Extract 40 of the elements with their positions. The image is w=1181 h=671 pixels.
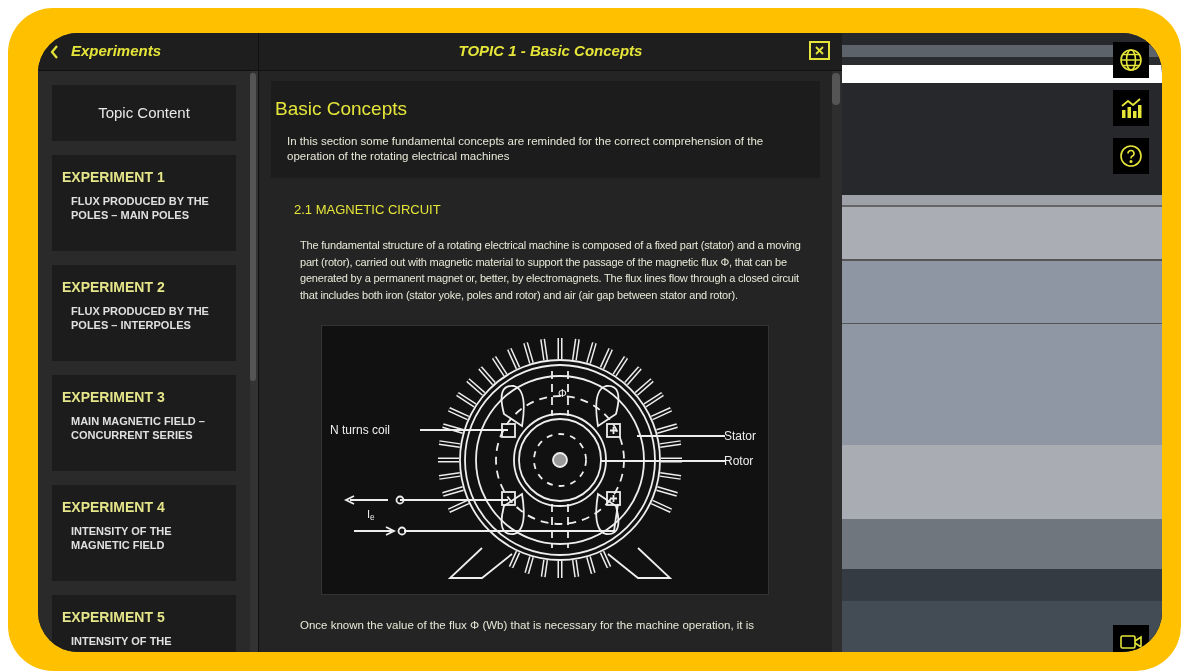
panel-title: TOPIC 1 - Basic Concepts xyxy=(458,41,643,62)
help-icon xyxy=(1119,144,1143,168)
section-heading: Basic Concepts xyxy=(274,97,408,121)
globe-button[interactable] xyxy=(1113,42,1149,78)
globe-icon xyxy=(1119,48,1143,72)
experiment-card[interactable]: EXPERIMENT 5 INTENSITY OF THE xyxy=(52,595,236,652)
experiment-subtitle: INTENSITY OF THE xyxy=(71,634,173,648)
help-button[interactable] xyxy=(1113,138,1149,174)
experiment-subtitle: FLUX PRODUCED BY THE POLES – MAIN POLES xyxy=(71,194,210,222)
back-chevron-icon xyxy=(50,44,59,59)
scrollbar-thumb[interactable] xyxy=(250,73,256,381)
subsection-heading: 2.1 MAGNETIC CIRCUIT xyxy=(294,200,442,219)
bar-chart-icon xyxy=(1119,96,1143,120)
close-button[interactable] xyxy=(809,41,830,60)
diagram-label: Φ xyxy=(558,387,567,399)
close-icon xyxy=(815,46,824,55)
experiment-title: EXPERIMENT 1 xyxy=(62,168,166,187)
body-paragraph: The fundamental structure of a rotating electrical machine is composed of a fixed part (stator) and a moving part (rotor), carried out with magnetic material to support the passage of the magnetic flux Φ, that can be generated by a permanent magnet or, better, by electromagnets. The flux lines flow through a closed circuit that includes both iron (stator yoke, poles and rotor) and air (air gap between stator and rotor). xyxy=(300,238,802,303)
experiment-title: EXPERIMENT 3 xyxy=(62,388,166,407)
topic-content-button[interactable]: Topic Content xyxy=(52,85,236,141)
diagram-label: I$_{e}$ xyxy=(367,507,375,523)
experiment-card[interactable]: EXPERIMENT 2 FLUX PRODUCED BY THE POLES – INTERPOLES xyxy=(52,265,236,361)
experiment-title: EXPERIMENT 2 xyxy=(62,278,166,297)
experiment-subtitle: FLUX PRODUCED BY THE POLES – INTERPOLES xyxy=(71,304,210,332)
diagram-label: N turns coil xyxy=(330,423,391,437)
experiment-card[interactable]: EXPERIMENT 3 MAIN MAGNETIC FIELD – CONCURRENT SERIES xyxy=(52,375,236,471)
video-camera-icon xyxy=(1119,633,1143,651)
diagram-label: Rotor xyxy=(724,454,754,468)
camera-button[interactable] xyxy=(1113,625,1149,652)
diagram-label: Stator xyxy=(724,429,756,443)
experiment-title: EXPERIMENT 5 xyxy=(62,608,166,627)
chart-button[interactable] xyxy=(1113,90,1149,126)
experiment-subtitle: MAIN MAGNETIC FIELD – CONCURRENT SERIES xyxy=(71,414,206,442)
experiment-card[interactable]: EXPERIMENT 4 INTENSITY OF THE MAGNETIC FIELD xyxy=(52,485,236,581)
experiment-subtitle: INTENSITY OF THE MAGNETIC FIELD xyxy=(71,524,173,552)
experiment-title: EXPERIMENT 4 xyxy=(62,498,166,517)
scrollbar-thumb[interactable] xyxy=(832,73,840,105)
body-paragraph: Once known the value of the flux Φ (Wb) that is necessary for the machine operation, it is xyxy=(300,618,756,633)
experiment-card[interactable]: EXPERIMENT 1 FLUX PRODUCED BY THE POLES – MAIN POLES xyxy=(52,155,236,251)
intro-text: In this section some fundamental concepts are reminded for the correct comprehension of the operation of the rotating electrical machines xyxy=(286,133,765,164)
